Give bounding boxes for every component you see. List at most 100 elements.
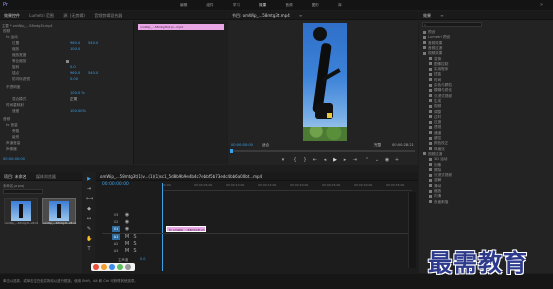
tab-project[interactable]: 项目: 未命名 [0,172,31,180]
folder-icon [429,194,432,198]
tab-sequence[interactable]: omWip_...58mtg3t(1)v...(1)(1)sc1_5d8b9b9… [96,172,266,180]
workspace-tab-active[interactable]: 效果 [259,3,266,7]
folder-icon [429,184,432,188]
panel-menu-icon[interactable]: ≡ [295,11,306,19]
slip-tool-icon[interactable]: ↔ [86,216,92,222]
anchor-y-value[interactable]: 540.0 [88,71,98,75]
workspace-tab[interactable]: 音频 [285,3,292,7]
uniform-scale-checkbox[interactable] [66,60,69,63]
row-channel-volume[interactable]: 声道音量 [0,141,132,146]
row-opacity[interactable]: 不透明度 [0,85,132,90]
tab-lumetri-scopes[interactable]: Lumetri 范围 [25,11,58,19]
hand-tool-icon[interactable]: ✋ [86,236,92,242]
solo-icon[interactable]: S [132,248,138,254]
workspace-tab[interactable]: 学习 [233,3,240,7]
track-select-icon[interactable]: ⇥ [86,186,92,192]
master-value[interactable]: 0.0 [140,257,145,261]
app-icon[interactable] [117,264,123,270]
time-ruler[interactable]: 00:00 00:00:05:00 00:00:10:00 00:00:15:0… [162,183,412,191]
workspace-tab[interactable]: 组件 [206,3,213,7]
track-label-active[interactable]: V1 [112,226,120,232]
solo-icon[interactable]: S [132,241,138,247]
project-search-input[interactable] [3,189,43,194]
mark-in-icon[interactable]: { [292,157,298,163]
program-monitor-tabs: 节目: omWip_...58mtg3t.mp4 ≡ [228,11,418,20]
program-timecode-left[interactable]: 00:00:00:00 [231,143,253,147]
razor-tool-icon[interactable]: ◆ [86,206,92,212]
anti-flicker-value[interactable]: 0.00 [70,77,78,81]
row-panner[interactable]: 声像器 [0,147,132,152]
playhead-marker[interactable] [230,149,233,153]
workspace-tab[interactable]: 编辑 [180,3,187,7]
effect-clip-bar[interactable]: omWip_...58mtg3t(1)v...mp4 [138,24,224,30]
mute-icon[interactable]: M [124,234,130,240]
position-y-value[interactable]: 540.0 [88,41,98,45]
panel-menu-icon[interactable]: ≡ [436,11,447,19]
selection-tool-icon[interactable]: ▶ [86,176,92,182]
row-time-remap[interactable]: 时间重映射 [0,103,132,108]
video-clip[interactable]: fx omWip_...58mtg3t.mp4 [V] [166,226,206,232]
tab-program[interactable]: 节目: omWip_...58mtg3t.mp4 [228,11,294,19]
scale-value[interactable]: 100.0 [70,47,80,51]
tab-audio-mixer[interactable]: 音频剪辑混合器 [90,11,126,19]
solo-icon[interactable]: S [132,234,138,240]
folder-icon [429,189,432,193]
position-x-value[interactable]: 960.0 [70,41,80,45]
folder-icon [429,141,432,145]
row-volume[interactable]: fx 音量 [0,123,132,128]
project-item[interactable]: omWip_...58mtg3t... 28:21 [42,198,76,225]
track-label[interactable]: A3 [112,248,120,254]
play-icon[interactable]: ▶ [332,157,338,163]
track-label[interactable]: V2 [112,219,120,225]
tab-effects[interactable]: 效果 [419,11,435,19]
app-icon[interactable] [93,264,99,270]
tab-effect-controls[interactable]: 效果控件 [0,11,24,19]
project-item[interactable]: omWip_...58mtg3t... 28:21 [4,198,38,225]
mark-out-icon[interactable]: } [302,157,308,163]
scrubber-bar[interactable] [230,149,415,153]
app-icon[interactable] [101,264,107,270]
go-to-out-icon[interactable]: ⇥ [352,157,358,163]
step-back-icon[interactable]: ◂ [322,157,328,163]
mute-icon[interactable]: M [124,241,130,247]
eye-icon[interactable]: ◉ [124,226,130,232]
folder-icon [429,120,432,124]
extract-icon[interactable]: ⌄ [374,157,380,163]
effect-controls-timecode[interactable]: 00:00:00:00 [3,157,25,161]
blend-mode-value[interactable]: 正常 [70,97,77,102]
camera-icon[interactable]: ◉ [384,157,390,163]
row-motion[interactable]: fx 运动 [0,35,132,40]
marker-icon[interactable]: ▾ [280,157,286,163]
opacity-value[interactable]: 100.0 % [70,91,85,95]
eye-icon[interactable]: ◉ [124,219,130,225]
speed-value[interactable]: 100.00% [70,109,86,113]
pen-tool-icon[interactable]: ✎ [86,226,92,232]
step-forward-icon[interactable]: ▸ [342,157,348,163]
anchor-x-value[interactable]: 960.0 [70,71,80,75]
go-to-in-icon[interactable]: ⇤ [312,157,318,163]
lift-icon[interactable]: ⌃ [364,157,370,163]
eye-icon[interactable]: ◉ [124,212,130,218]
timeline-timecode[interactable]: 00:00:00:00 [102,182,129,187]
track-label[interactable]: A2 [112,241,120,247]
effects-search-input[interactable]: ⌕ [422,22,482,27]
workspace-tab[interactable]: 图形 [312,3,319,7]
ripple-edit-icon[interactable]: ⟷ [86,196,93,202]
type-tool-icon[interactable]: T [86,246,92,252]
folder-icon [429,200,432,204]
mute-icon[interactable]: M [124,248,130,254]
track-label[interactable]: V3 [112,212,120,218]
fit-dropdown[interactable]: 适合 [262,143,269,148]
add-icon[interactable]: + [394,157,400,163]
app-icon[interactable] [125,264,131,270]
workspace-tab[interactable]: 库 [338,3,342,7]
tab-media-browser[interactable]: 媒体浏览器 [32,172,60,180]
playhead[interactable] [162,183,163,271]
quality-dropdown[interactable]: 完整 [374,143,381,148]
app-icon[interactable] [109,264,115,270]
tree-item[interactable]: 页面剥落 [419,200,553,205]
tab-source[interactable]: 源: (无剪辑) [59,11,89,19]
menu-icon[interactable]: » [540,2,543,8]
rotation-value[interactable]: 0.0 [70,65,76,69]
track-label-active[interactable]: A1 [112,234,120,240]
